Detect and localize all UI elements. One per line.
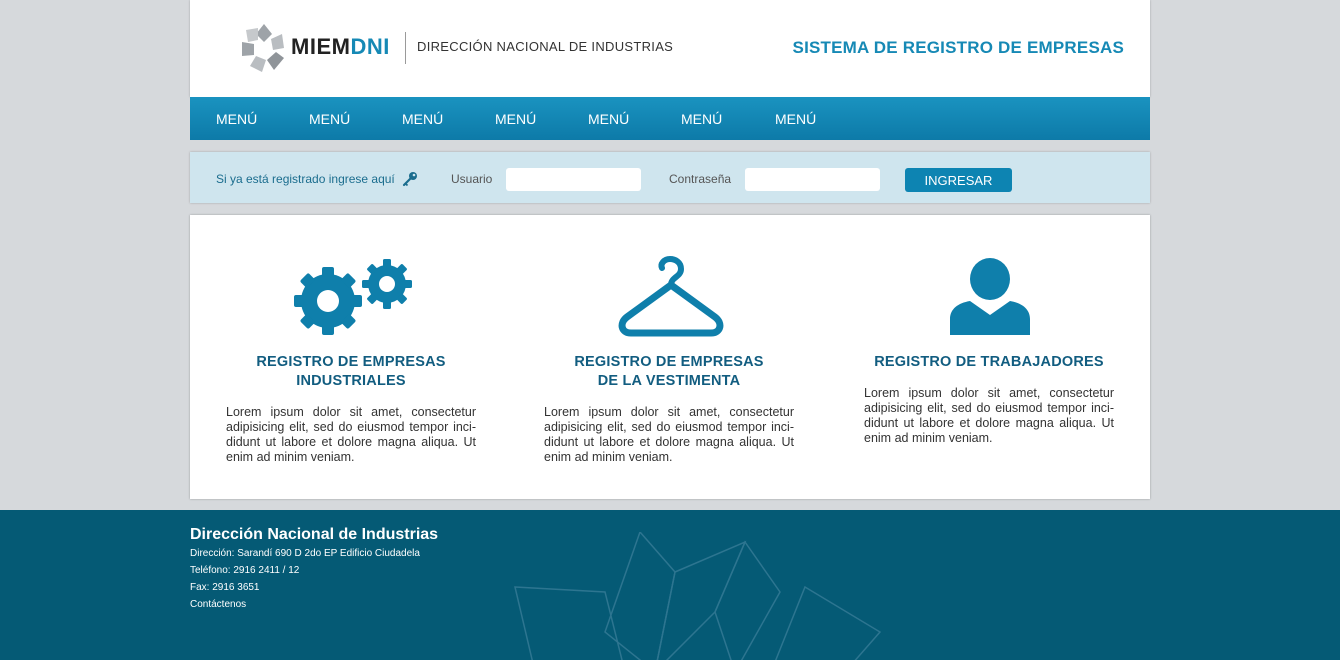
- card-title-line1: REGISTRO DE EMPRESAS: [256, 354, 446, 370]
- user-icon: [950, 258, 1030, 335]
- logo-text-dni: DNI: [350, 34, 390, 59]
- footer-title: Dirección Nacional de Industrias: [190, 526, 439, 543]
- header: MIEMDNI DIRECCIÓN NACIONAL DE INDUSTRIAS…: [190, 0, 1150, 97]
- key-icon: [402, 172, 417, 187]
- logo-subtitle: DIRECCIÓN NACIONAL DE INDUSTRIAS: [417, 39, 674, 54]
- gears-icon: [294, 259, 412, 335]
- nav-item-menu-6[interactable]: MENÚ: [681, 111, 722, 127]
- footer-logo-watermark-icon: [514, 532, 882, 660]
- card-title-line2: INDUSTRIALES: [296, 373, 406, 389]
- password-label: Contraseña: [669, 172, 732, 186]
- registry-cards: REGISTRO DE EMPRESAS INDUSTRIALES Lorem …: [190, 215, 1150, 499]
- system-title: SISTEMA DE REGISTRO DE EMPRESAS: [792, 38, 1124, 57]
- card-description: Lorem ipsum dolor sit amet, consectetur …: [864, 386, 1114, 445]
- logo-wordmark: MIEMDNI: [291, 34, 390, 60]
- username-input[interactable]: [506, 168, 641, 191]
- card-title-line1: REGISTRO DE EMPRESAS: [574, 354, 764, 370]
- login-prompt: Si ya está registrado ingrese aquí: [216, 172, 395, 186]
- nav-item-menu-5[interactable]: MENÚ: [588, 111, 629, 127]
- card-title: REGISTRO DE TRABAJADORES: [864, 353, 1114, 372]
- footer-fax: Fax: 2916 3651: [190, 582, 260, 593]
- card-title: REGISTRO DE EMPRESAS DE LA VESTIMENTA: [544, 353, 794, 391]
- card-description: Lorem ipsum dolor sit amet, consectetur …: [226, 405, 476, 464]
- footer-contact-link[interactable]: Contáctenos: [190, 599, 246, 610]
- nav-item-menu-1[interactable]: MENÚ: [216, 111, 257, 127]
- nav-item-menu-7[interactable]: MENÚ: [775, 111, 816, 127]
- nav-item-menu-4[interactable]: MENÚ: [495, 111, 536, 127]
- login-submit-button[interactable]: INGRESAR: [905, 168, 1012, 192]
- password-input[interactable]: [745, 168, 880, 191]
- logo-divider: [405, 32, 406, 64]
- hanger-icon: [618, 255, 724, 337]
- card-title-line2: DE LA VESTIMENTA: [597, 373, 741, 389]
- logo-text-miem: MIEM: [291, 34, 351, 59]
- nav-item-menu-2[interactable]: MENÚ: [309, 111, 350, 127]
- footer-address: Dirección: Sarandí 690 D 2do EP Edificio…: [190, 548, 420, 559]
- card-title-line1: REGISTRO DE TRABAJADORES: [874, 354, 1104, 370]
- footer-phone: Teléfono: 2916 2411 / 12: [190, 565, 300, 576]
- miem-logo-icon: [242, 24, 284, 72]
- footer: Dirección Nacional de Industrias Direcci…: [0, 510, 1340, 660]
- card-title: REGISTRO DE EMPRESAS INDUSTRIALES: [226, 353, 476, 391]
- card-description: Lorem ipsum dolor sit amet, consectetur …: [544, 405, 794, 464]
- login-bar: Si ya está registrado ingrese aquí Usuar…: [190, 152, 1150, 203]
- nav-item-menu-3[interactable]: MENÚ: [402, 111, 443, 127]
- main-nav: MENÚ MENÚ MENÚ MENÚ MENÚ MENÚ MENÚ: [190, 97, 1150, 140]
- username-label: Usuario: [451, 172, 493, 186]
